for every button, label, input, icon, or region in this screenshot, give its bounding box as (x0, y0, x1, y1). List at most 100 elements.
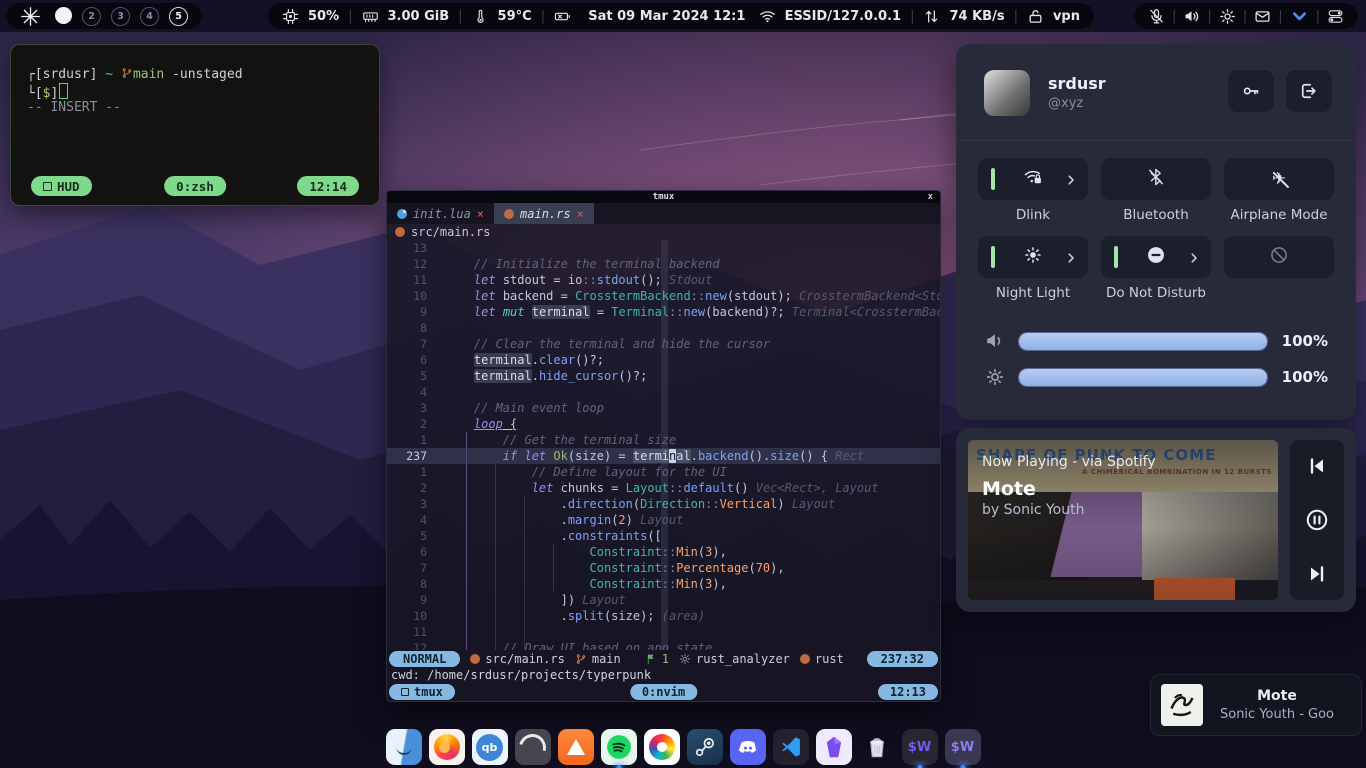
toggle-blocked[interactable] (1224, 236, 1334, 278)
chevron-down-icon[interactable] (1290, 7, 1309, 26)
line-number: 3 (387, 400, 435, 416)
code-line[interactable]: 10 .split(size); (area) (387, 608, 940, 624)
code-line[interactable]: 12 // Initialize the terminal backend (387, 256, 940, 272)
code-line[interactable]: 3 .direction(Direction::Vertical) Layout (387, 496, 940, 512)
code-line[interactable]: 8 Constraint::Min(3), (387, 576, 940, 592)
vpn-icon[interactable] (1027, 8, 1044, 25)
toggle-night-light[interactable] (978, 236, 1088, 278)
dock-obsidian-icon[interactable] (816, 729, 852, 765)
terminal-cursor (59, 83, 68, 99)
volume-icon[interactable] (1183, 8, 1200, 25)
dock-file-manager-icon[interactable] (386, 729, 422, 765)
code-line[interactable]: 12 // Draw UI based on app state (387, 640, 940, 650)
code-line[interactable]: 4 .margin(2) Layout (387, 512, 940, 528)
code-line[interactable]: 3 // Main event loop (387, 400, 940, 416)
settings-icon[interactable] (1219, 8, 1236, 25)
code-line[interactable]: 2 let chunks = Layout::default() Vec<Rec… (387, 480, 940, 496)
code-line[interactable]: 2 loop { (387, 416, 940, 432)
chevron-right-icon[interactable] (1064, 250, 1078, 264)
code-line[interactable]: 7 // Clear the terminal and hide the cur… (387, 336, 940, 352)
dock-steam-icon[interactable] (687, 729, 723, 765)
control-center-panel: srdusr @xyz DlinkBluetooth✈Airplane Mode… (956, 44, 1356, 420)
dock-firefox-icon[interactable] (429, 729, 465, 765)
tab-main.rs[interactable]: main.rs× (494, 203, 594, 224)
brightness-slider[interactable] (1018, 368, 1268, 387)
notification-toast[interactable]: Mote Sonic Youth - Goo (1150, 674, 1362, 736)
dock-sw-app-dark-icon[interactable]: $W (902, 729, 938, 765)
avatar[interactable] (984, 70, 1030, 116)
toggle-dlink[interactable] (978, 158, 1088, 200)
code-area[interactable]: 1312 // Initialize the terminal backend1… (387, 240, 940, 650)
toggle-bluetooth[interactable] (1101, 158, 1211, 200)
code-line[interactable]: 1 // Get the terminal size (387, 432, 940, 448)
terminal-window[interactable]: ┌[srdusr] ~ main -unstaged └[$] -- INSER… (10, 44, 380, 206)
dock-discord-icon[interactable] (730, 729, 766, 765)
dock-vscode-icon[interactable] (773, 729, 809, 765)
code-line[interactable]: 6 terminal.clear()?; (387, 352, 940, 368)
speaker-slider[interactable] (1018, 332, 1268, 351)
active-indicator (1114, 246, 1118, 268)
code-line[interactable]: 10 let backend = CrosstermBackend::new(s… (387, 288, 940, 304)
toggle-do-not-disturb[interactable] (1101, 236, 1211, 278)
tray-mail-icon[interactable] (1254, 8, 1271, 25)
mic-muted-icon[interactable] (1148, 8, 1165, 25)
lua-file-icon (397, 209, 407, 219)
workspace-5[interactable]: 5 (169, 7, 188, 26)
workspace-3[interactable]: 3 (111, 7, 130, 26)
distro-logo-icon[interactable] (20, 6, 41, 27)
toggle-airplane-mode[interactable]: ✈ (1224, 158, 1334, 200)
toggles-icon[interactable] (1327, 8, 1344, 25)
code-line[interactable]: 8 (387, 320, 940, 336)
tmux-session-badge[interactable]: tmux (389, 684, 455, 700)
keyring-button[interactable] (1228, 70, 1274, 112)
dock-qbittorrent-icon[interactable]: qb (472, 729, 508, 765)
wifi-icon[interactable] (759, 8, 776, 25)
code-line[interactable]: 9 let mut terminal = Terminal::new(backe… (387, 304, 940, 320)
previous-button[interactable] (1305, 454, 1329, 478)
line-number: 3 (387, 496, 435, 512)
workspace-2[interactable]: 2 (82, 7, 101, 26)
vpn-label: vpn (1053, 9, 1080, 24)
dock-trash-icon[interactable] (859, 729, 895, 765)
cpu-icon (282, 8, 299, 25)
code-line[interactable]: 4 (387, 384, 940, 400)
track-title: Mote (982, 478, 1036, 500)
code-line[interactable]: 1 // Define layout for the UI (387, 464, 940, 480)
terminal-statusbar-window[interactable]: 0:zsh (164, 176, 226, 196)
logout-button[interactable] (1286, 70, 1332, 112)
line-number: 1 (387, 464, 435, 480)
code-line[interactable]: 7 Constraint::Percentage(70), (387, 560, 940, 576)
tab-close-icon[interactable]: × (577, 207, 584, 221)
code-line[interactable]: 13 (387, 240, 940, 256)
code-line[interactable]: 5 .constraints([ (387, 528, 940, 544)
line-number: 11 (387, 272, 435, 288)
chevron-right-icon[interactable] (1187, 250, 1201, 264)
code-line[interactable]: 9 ]) Layout (387, 592, 940, 608)
code-line[interactable]: 11 (387, 624, 940, 640)
pause-button[interactable] (1305, 508, 1329, 532)
terminal-statusbar-session[interactable]: HUD (31, 176, 92, 196)
line-number: 2 (387, 480, 435, 496)
line-number: 237 (387, 448, 435, 464)
workspace-1[interactable] (55, 7, 72, 24)
workspace-4[interactable]: 4 (140, 7, 159, 26)
tab-init.lua[interactable]: init.lua× (387, 203, 494, 224)
close-icon[interactable]: x (928, 191, 933, 203)
editor-window[interactable]: tmuxx init.lua×main.rs× src/main.rs 1312… (386, 190, 941, 702)
tmux-window-badge[interactable]: 0:nvim (630, 684, 697, 700)
window-titlebar[interactable]: tmuxx (387, 191, 940, 203)
code-line[interactable]: 6 Constraint::Min(3), (387, 544, 940, 560)
dock-media-app-icon[interactable] (515, 729, 551, 765)
dock-vlc-icon[interactable] (558, 729, 594, 765)
dock-photos-icon[interactable] (644, 729, 680, 765)
code-line[interactable]: 5 terminal.hide_cursor()?; (387, 368, 940, 384)
workspace-list: 2345 (55, 7, 188, 26)
code-line[interactable]: 11 let stdout = io::stdout(); Stdout (387, 272, 940, 288)
slider-list: 100%100% (984, 330, 1328, 388)
dock-spotify-icon[interactable] (601, 729, 637, 765)
code-line-current[interactable]: 237 if let Ok(size) = terminal.backend()… (387, 448, 940, 464)
next-button[interactable] (1305, 562, 1329, 586)
chevron-right-icon[interactable] (1064, 172, 1078, 186)
dock-sw-app-light-icon[interactable]: $W (945, 729, 981, 765)
tab-close-icon[interactable]: × (477, 207, 484, 221)
